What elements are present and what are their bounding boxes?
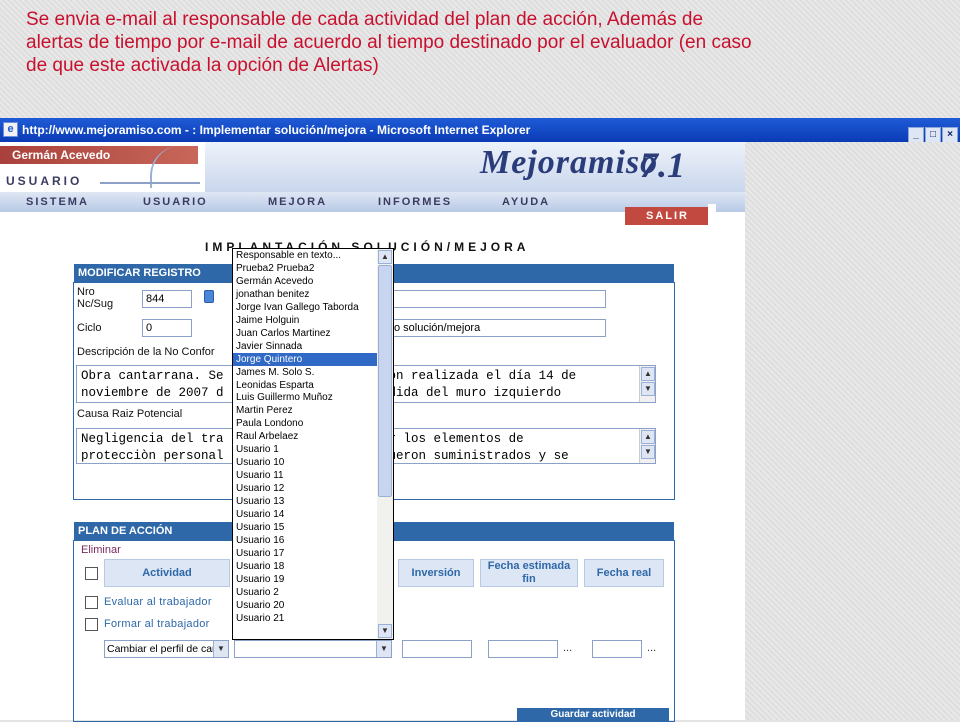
ciclo-input[interactable]: 0 bbox=[142, 319, 192, 337]
dropdown-option[interactable]: Raul Arbelaez bbox=[233, 430, 393, 443]
menu-ayuda[interactable]: AYUDA bbox=[502, 196, 550, 208]
new-activity-value: Cambiar el perfil de cargo bbox=[107, 643, 228, 655]
dropdown-option[interactable]: Usuario 13 bbox=[233, 495, 393, 508]
chevron-down-icon[interactable]: ▼ bbox=[376, 641, 391, 657]
chevron-down-icon[interactable]: ▼ bbox=[213, 641, 228, 657]
menu-mejora[interactable]: MEJORA bbox=[268, 196, 327, 208]
dropdown-option[interactable]: Jorge Ivan Gallego Taborda bbox=[233, 301, 393, 314]
row-checkbox[interactable] bbox=[85, 618, 98, 631]
row-checkbox[interactable] bbox=[85, 596, 98, 609]
caption-line-2: alertas de tiempo por e-mail de acuerdo … bbox=[26, 32, 752, 53]
dropdown-option[interactable]: Leonidas Esparta bbox=[233, 379, 393, 392]
dropdown-scrollbar[interactable]: ▲ ▼ bbox=[377, 249, 393, 639]
menu-usuario[interactable]: USUARIO bbox=[143, 196, 208, 208]
scroll-down-icon[interactable]: ▼ bbox=[378, 624, 392, 638]
dropdown-options: Responsable en texto... Prueba2 Prueba2 Ge… bbox=[233, 249, 393, 625]
app-logo: Mejoramiso bbox=[480, 144, 659, 181]
dropdown-option[interactable]: Jaime Holguin bbox=[233, 314, 393, 327]
dropdown-option[interactable]: Usuario 1 bbox=[233, 443, 393, 456]
header-line bbox=[100, 182, 200, 184]
dropdown-option[interactable]: Usuario 11 bbox=[233, 469, 393, 482]
dropdown-option[interactable]: jonathan benitez bbox=[233, 288, 393, 301]
menu-sistema[interactable]: SISTEMA bbox=[26, 196, 89, 208]
dropdown-option[interactable]: Paula Londono bbox=[233, 417, 393, 430]
responsable-dropdown-list[interactable]: Responsable en texto... Prueba2 Prueba2 Ge… bbox=[232, 248, 394, 640]
page-scroll-edge bbox=[708, 204, 716, 720]
scroll-up-icon[interactable]: ▲ bbox=[641, 430, 655, 444]
nro-input[interactable]: 844 bbox=[142, 290, 192, 308]
dropdown-option[interactable]: Usuario 2 bbox=[233, 586, 393, 599]
descripcion-scrollbar[interactable]: ▲ ▼ bbox=[639, 366, 655, 402]
scroll-up-icon[interactable]: ▲ bbox=[378, 250, 392, 264]
field-input[interactable] bbox=[390, 290, 606, 308]
dropdown-option[interactable]: Usuario 19 bbox=[233, 573, 393, 586]
dropdown-option[interactable]: Germán Acevedo bbox=[233, 275, 393, 288]
menu-informes[interactable]: INFORMES bbox=[378, 196, 452, 208]
dropdown-option[interactable]: James M. Solo S. bbox=[233, 366, 393, 379]
document-icon[interactable] bbox=[204, 290, 214, 303]
scroll-down-icon[interactable]: ▼ bbox=[641, 445, 655, 459]
col-inversion: Inversión bbox=[398, 559, 474, 587]
dropdown-option[interactable]: Prueba2 Prueba2 bbox=[233, 262, 393, 275]
maximize-icon[interactable]: □ bbox=[925, 127, 941, 143]
browser-content: Germán Acevedo USUARIO Mejoramiso 7.1 SI… bbox=[0, 142, 960, 722]
minimize-icon[interactable]: _ bbox=[908, 127, 924, 143]
ie-page-icon: e bbox=[3, 122, 18, 137]
eliminar-link[interactable]: Eliminar bbox=[81, 544, 121, 556]
activity-link[interactable]: Evaluar al trabajador bbox=[104, 596, 212, 608]
window-title: http://www.mejoramiso.com - : Implementa… bbox=[22, 123, 531, 137]
dropdown-option[interactable]: Martin Perez bbox=[233, 404, 393, 417]
scroll-up-icon[interactable]: ▲ bbox=[641, 367, 655, 381]
col-fecha-fin: Fecha estimada fin bbox=[480, 559, 578, 587]
slide-caption: Se envia e-mail al responsable de cada a… bbox=[26, 8, 956, 77]
close-icon[interactable]: × bbox=[942, 127, 958, 143]
ciclo-label: Ciclo bbox=[77, 322, 102, 334]
salir-button[interactable]: SALIR bbox=[625, 207, 710, 225]
window-titlebar[interactable]: e http://www.mejoramiso.com - : Implemen… bbox=[0, 118, 960, 143]
causa-label: Causa Raiz Potencial bbox=[77, 408, 183, 420]
app-version: 7.1 bbox=[640, 145, 685, 185]
tipo-input[interactable]: o solución/mejora bbox=[390, 319, 606, 337]
fecha-real-picker[interactable]: ... bbox=[647, 642, 656, 654]
fecha-fin-picker[interactable]: ... bbox=[563, 642, 572, 654]
dropdown-option[interactable]: Javier Sinnada bbox=[233, 340, 393, 353]
col-fecha-real: Fecha real bbox=[584, 559, 664, 587]
causa-scrollbar[interactable]: ▲ ▼ bbox=[639, 429, 655, 463]
descripcion-label: Descripción de la No Confor bbox=[77, 346, 215, 358]
dropdown-option[interactable]: Usuario 18 bbox=[233, 560, 393, 573]
fecha-real-input[interactable] bbox=[592, 640, 642, 658]
dropdown-option[interactable]: Jorge Quintero bbox=[233, 352, 393, 366]
scroll-down-icon[interactable]: ▼ bbox=[641, 382, 655, 396]
nro-label: Nro Nc/Sug bbox=[77, 286, 114, 310]
outside-page-area bbox=[745, 142, 960, 720]
col-actividad: Actividad bbox=[104, 559, 230, 587]
caption-line-1: Se envia e-mail al responsable de cada a… bbox=[26, 9, 704, 30]
inversion-input[interactable] bbox=[402, 640, 472, 658]
dropdown-option[interactable]: Usuario 17 bbox=[233, 547, 393, 560]
dropdown-option[interactable]: Usuario 15 bbox=[233, 521, 393, 534]
dropdown-option[interactable]: Luis Guillermo Muñoz bbox=[233, 391, 393, 404]
dropdown-option[interactable]: Usuario 21 bbox=[233, 612, 393, 625]
responsable-select[interactable]: ▼ bbox=[234, 640, 392, 658]
dropdown-option[interactable]: Usuario 20 bbox=[233, 599, 393, 612]
new-activity-select[interactable]: Cambiar el perfil de cargo ▼ bbox=[104, 640, 229, 658]
scroll-thumb[interactable] bbox=[378, 265, 392, 497]
dropdown-option[interactable]: Responsable en texto... bbox=[233, 249, 393, 262]
fecha-fin-input[interactable] bbox=[488, 640, 558, 658]
activity-link[interactable]: Formar al trabajador bbox=[104, 618, 210, 630]
dropdown-option[interactable]: Usuario 14 bbox=[233, 508, 393, 521]
dropdown-option[interactable]: Usuario 12 bbox=[233, 482, 393, 495]
dropdown-option[interactable]: Juan Carlos Martinez bbox=[233, 327, 393, 340]
dropdown-option[interactable]: Usuario 16 bbox=[233, 534, 393, 547]
dropdown-option[interactable]: Usuario 10 bbox=[233, 456, 393, 469]
usuario-label: USUARIO bbox=[6, 174, 83, 188]
select-all-checkbox[interactable] bbox=[85, 567, 98, 580]
user-header: Germán Acevedo USUARIO bbox=[0, 142, 205, 188]
caption-line-3: de que este activada la opción de Alerta… bbox=[26, 55, 379, 76]
